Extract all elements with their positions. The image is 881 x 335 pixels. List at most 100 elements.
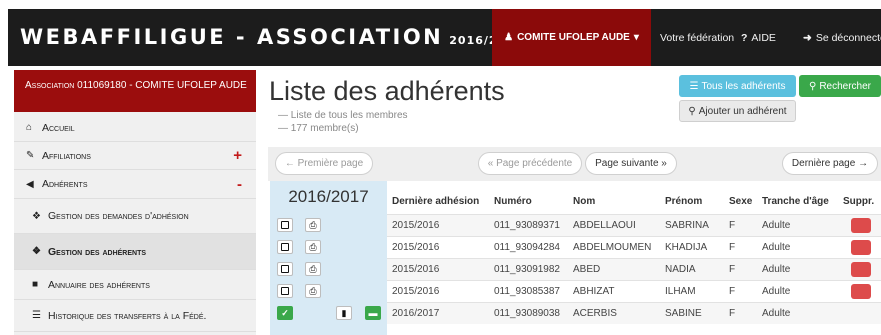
cell-sexe: F [729, 242, 736, 253]
row-cells: 2015/2016 011_93089371 ABDELLAOUI SABRIN… [387, 214, 881, 236]
row-cells: 2015/2016 011_93094284 ABDELMOUMEN KHADI… [387, 236, 881, 258]
cell-nom: ABED [573, 264, 601, 275]
table-row[interactable]: ⎙ 2015/2016 011_93089371 ABDELLAOUI SABR… [270, 214, 881, 236]
delete-button[interactable] [851, 262, 871, 277]
list-icon: ☰ [689, 80, 699, 92]
print-icon[interactable]: ⎙ [305, 284, 321, 298]
tags-icon: ❖ [32, 210, 41, 222]
association-header: Association 011069180 - COMITE UFOLEP AU… [14, 70, 256, 112]
table-row[interactable]: ⎙ 2015/2016 011_93085387 ABHIZAT ILHAM F… [270, 280, 881, 302]
search-plus-icon: ⚲ [688, 105, 696, 117]
sidebar-item-label: Gestion des demandes d'adhésion [48, 210, 189, 222]
sidebar-item-historique[interactable]: ☰ Historique des transferts à la Fédé. [14, 300, 256, 332]
previous-page-button[interactable]: « Page précédente [478, 152, 582, 175]
sidebar-item-affiliations[interactable]: ✎ Affiliations + [14, 142, 256, 170]
all-members-button[interactable]: ☰ Tous les adhérents [679, 75, 796, 97]
expand-icon: + [233, 147, 242, 164]
sidebar: Association 011069180 - COMITE UFOLEP AU… [14, 70, 256, 335]
logout-icon: ➜ [803, 31, 812, 44]
print-icon[interactable]: ⎙ [305, 218, 321, 232]
tags-icon: ❖ [32, 246, 41, 257]
home-icon: ⌂ [26, 122, 33, 133]
cell-adhesion: 2015/2016 [392, 242, 440, 253]
season-header: 2016/2017 [288, 187, 369, 206]
cell-numero: 011_93091982 [494, 264, 560, 275]
cell-numero: 011_93089371 [494, 220, 560, 231]
cell-nom: ABDELLAOUI [573, 220, 636, 231]
question-icon: ? [741, 31, 748, 44]
select-checkbox[interactable] [277, 262, 293, 276]
header-derniere-adhesion[interactable]: Dernière adhésion [392, 196, 479, 207]
cell-adhesion: 2015/2016 [392, 220, 440, 231]
cell-sexe: F [729, 220, 736, 231]
select-checkbox[interactable] [277, 284, 293, 298]
page-title: Liste des adhérents [269, 76, 505, 106]
club-menu-button[interactable]: ♟ COMITE UFOLEP AUDE ▾ [492, 9, 651, 66]
logout-link[interactable]: ➜Se déconnecter [803, 9, 881, 66]
table-row[interactable]: ✓ ▮ ▬ 2016/2017 011_93089038 ACERBIS SAB… [270, 302, 881, 324]
cell-sexe: F [729, 264, 736, 275]
delete-button[interactable] [851, 218, 871, 233]
select-checkbox[interactable] [277, 218, 293, 232]
header-sexe[interactable]: Sexe [729, 196, 752, 207]
cell-prenom: ILHAM [665, 286, 696, 297]
help-link[interactable]: ? AIDE [741, 9, 776, 66]
sidebar-item-label: Adhérents [42, 178, 88, 190]
table-row[interactable]: ⎙ 2015/2016 011_93091982 ABED NADIA F Ad… [270, 258, 881, 280]
header-nom[interactable]: Nom [573, 196, 595, 207]
row-cells: 2016/2017 011_93089038 ACERBIS SABINE F … [387, 302, 881, 324]
next-page-button[interactable]: Page suivante » [585, 152, 677, 175]
top-navbar: WEBAFFILIGUE - ASSOCIATION 2016/2017 ♟ CO… [8, 9, 881, 66]
cell-prenom: KHADIJA [665, 242, 708, 253]
search-button[interactable]: ⚲ Rechercher [799, 75, 881, 97]
cell-tranche: Adulte [762, 308, 791, 319]
cell-sexe: F [729, 308, 736, 319]
sidebar-item-annuaire[interactable]: ■ Annuaire des adhérents [14, 270, 256, 300]
cell-nom: ABDELMOUMEN [573, 242, 652, 253]
header-suppr: Suppr. [843, 196, 875, 207]
card-icon[interactable]: ▬ [365, 306, 381, 320]
cell-numero: 011_93094284 [494, 242, 560, 253]
add-member-button[interactable]: ⚲ Ajouter un adhérent [679, 100, 796, 122]
cell-prenom: SABRINA [665, 220, 709, 231]
last-page-button[interactable]: Dernière page → [782, 152, 878, 175]
club-menu-label: COMITE UFOLEP AUDE [517, 32, 630, 43]
print-icon[interactable]: ⎙ [305, 262, 321, 276]
federation-link[interactable]: Votre fédération [660, 9, 734, 66]
sidebar-item-label: Accueil [42, 121, 75, 134]
cell-adhesion: 2016/2017 [392, 308, 440, 319]
sidebar-item-label: Historique des transferts à la Fédé. [48, 309, 207, 322]
checkmark-icon[interactable]: ✓ [277, 306, 293, 320]
sidebar-item-demandes[interactable]: ❖ Gestion des demandes d'adhésion [14, 199, 256, 234]
member-count: — 177 membre(s) [278, 123, 359, 134]
delete-button[interactable] [851, 240, 871, 255]
pencil-icon: ✎ [26, 150, 35, 161]
table-row[interactable]: ⎙ 2015/2016 011_93094284 ABDELMOUMEN KHA… [270, 236, 881, 258]
sidebar-item-accueil[interactable]: ⌂ Accueil [14, 114, 256, 142]
delete-button[interactable] [851, 284, 871, 299]
book-icon: ■ [32, 279, 39, 290]
cell-adhesion: 2015/2016 [392, 264, 440, 275]
collapse-icon: - [237, 175, 242, 193]
sidebar-item-label: Affiliations [42, 149, 91, 162]
print-icon[interactable]: ⎙ [305, 240, 321, 254]
cell-numero: 011_93089038 [494, 308, 560, 319]
header-numero[interactable]: Numéro [494, 196, 532, 207]
brand-title[interactable]: WEBAFFILIGUE - ASSOCIATION 2016/2017 [20, 25, 524, 49]
caret-down-icon: ▾ [633, 32, 639, 43]
first-page-button[interactable]: ← Première page [275, 152, 373, 175]
row-cells: 2015/2016 011_93085387 ABHIZAT ILHAM F A… [387, 280, 881, 302]
sidebar-item-adherents[interactable]: ◀ Adhérents - [14, 170, 256, 199]
volume-icon: ◀ [26, 178, 34, 190]
cell-prenom: NADIA [665, 264, 696, 275]
cell-prenom: SABINE [665, 308, 702, 319]
sidebar-item-gestion-adherents[interactable]: ❖ Gestion des adhérents [14, 234, 256, 270]
select-checkbox[interactable] [277, 240, 293, 254]
document-icon[interactable]: ▮ [336, 306, 352, 320]
header-prenom[interactable]: Prénom [665, 196, 702, 207]
header-tranche-age[interactable]: Tranche d'âge [762, 196, 829, 207]
row-cells: 2015/2016 011_93091982 ABED NADIA F Adul… [387, 258, 881, 280]
search-icon: ⚲ [808, 80, 817, 92]
cell-tranche: Adulte [762, 286, 791, 297]
cell-tranche: Adulte [762, 242, 791, 253]
